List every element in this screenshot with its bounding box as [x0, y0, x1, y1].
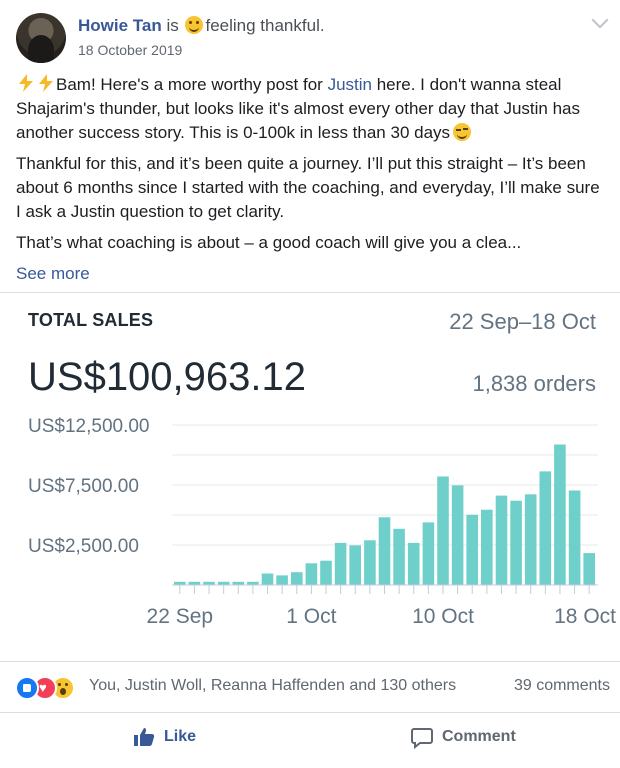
sales-bar[interactable]: [524, 494, 537, 585]
y-tick-label: US$7,500.00: [28, 476, 139, 497]
sales-total: US$100,963.12: [28, 355, 307, 399]
sales-bar[interactable]: [320, 560, 332, 585]
see-more-link[interactable]: See more: [16, 262, 90, 286]
sales-bar[interactable]: [451, 485, 464, 585]
x-tick-label: 10 Oct: [412, 605, 474, 628]
comment-button[interactable]: Comment: [410, 713, 516, 761]
sales-bar[interactable]: [539, 471, 552, 585]
sales-bar[interactable]: [378, 517, 391, 585]
post-header: Howie Tan is feeling thankful. 18 Octobe…: [0, 0, 620, 70]
author-name[interactable]: Howie Tan: [78, 16, 162, 35]
lightning-icon: [19, 74, 33, 92]
action-bar: Like Comment: [0, 713, 620, 761]
sales-bar[interactable]: [407, 542, 420, 585]
sales-date-range: 22 Sep–18 Oct: [449, 309, 596, 334]
post-paragraph-1: Bam! Here's a more worthy post for Justi…: [16, 73, 608, 145]
sales-bar[interactable]: [583, 553, 595, 585]
sales-bar-chart: US$12,500.00 US$7,500.00 US$2,500.00 22 Sep…: [28, 416, 616, 628]
sales-card[interactable]: TOTAL SALES 22 Sep–18 Oct US$100,963.12 …: [0, 292, 620, 662]
x-tick-label: 1 Oct: [286, 605, 336, 628]
sales-bar[interactable]: [305, 563, 318, 585]
y-tick-label: US$2,500.00: [28, 536, 139, 557]
author-avatar[interactable]: [16, 13, 66, 63]
wink-emoji-icon: [453, 123, 472, 141]
sales-bar[interactable]: [481, 509, 493, 585]
x-tick-label: 22 Sep: [147, 605, 214, 628]
comments-count[interactable]: 39 comments: [514, 677, 610, 695]
reactions-bar: You, Justin Woll, Reanna Haffenden and 1…: [0, 660, 620, 713]
sales-title: TOTAL SALES: [28, 310, 154, 330]
sales-bar[interactable]: [276, 575, 288, 585]
sales-bar[interactable]: [334, 542, 347, 585]
post-date[interactable]: 18 October 2019: [78, 42, 182, 58]
sales-bar[interactable]: [349, 545, 361, 585]
sales-bar[interactable]: [510, 500, 522, 585]
sales-bar[interactable]: [422, 522, 435, 585]
paragraph-1-start: Bam! Here's a more worthy post for: [56, 75, 328, 94]
sales-bar[interactable]: [291, 572, 303, 585]
sales-bar[interactable]: [393, 528, 405, 585]
sales-bar[interactable]: [261, 573, 274, 586]
sales-bar[interactable]: [568, 490, 581, 586]
sales-bar[interactable]: [554, 444, 566, 586]
mention-justin[interactable]: Justin: [328, 75, 372, 94]
sales-orders: 1,838 orders: [472, 371, 596, 396]
reactions-summary[interactable]: You, Justin Woll, Reanna Haffenden and 1…: [89, 677, 456, 695]
y-tick-label: US$12,500.00: [28, 416, 150, 437]
sales-bar[interactable]: [495, 495, 508, 585]
post-paragraph-3: That’s what coaching is about – a good c…: [16, 233, 522, 252]
sales-bar[interactable]: [364, 540, 376, 585]
comment-label: Comment: [442, 728, 516, 745]
chevron-down-icon[interactable]: [591, 11, 609, 29]
like-label: Like: [164, 728, 197, 745]
like-button[interactable]: Like: [132, 713, 196, 761]
author-line: Howie Tan is feeling thankful.: [78, 16, 325, 36]
feeling-text: feeling thankful.: [205, 16, 325, 35]
thumbs-up-icon: [134, 728, 155, 746]
x-tick-label: 18 Oct: [554, 605, 616, 628]
post-paragraph-2: Thankful for this, and it’s been quite a…: [16, 154, 600, 221]
smile-emoji-icon: [185, 16, 204, 34]
like-reaction-icon: [15, 676, 39, 700]
status-prefix: is: [161, 16, 184, 35]
sales-bar[interactable]: [437, 476, 449, 586]
sales-bar[interactable]: [466, 514, 478, 585]
comment-bubble-icon: [411, 728, 433, 749]
lightning-icon: [39, 74, 53, 92]
post-body: Bam! Here's a more worthy post for Justi…: [16, 73, 608, 286]
